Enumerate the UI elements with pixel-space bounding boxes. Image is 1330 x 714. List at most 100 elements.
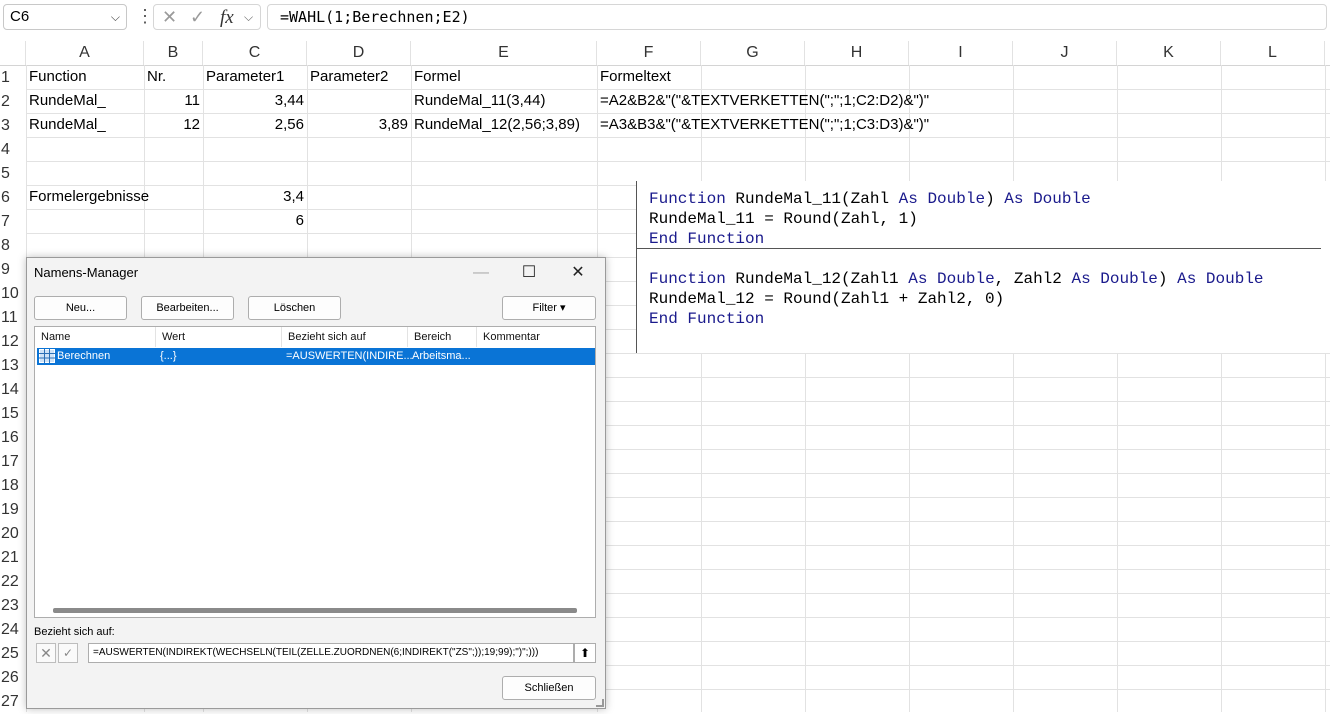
list-header-value[interactable]: Wert <box>156 327 282 347</box>
formula-input[interactable]: =WAHL(1;Berechnen;E2) <box>267 4 1327 30</box>
confirm-icon[interactable]: ✓ <box>58 643 78 663</box>
row-header[interactable]: 9 <box>0 258 26 282</box>
name-box[interactable]: C6 ⌵ <box>3 4 127 30</box>
row-header[interactable]: 4 <box>0 138 26 162</box>
column-header-d[interactable]: D <box>307 41 411 65</box>
column-header-e[interactable]: E <box>411 41 597 65</box>
refers-to-input[interactable]: =AUSWERTEN(INDIREKT(WECHSELN(TEIL(ZELLE.… <box>88 643 574 663</box>
row-header[interactable]: 16 <box>0 426 26 450</box>
column-header-k[interactable]: K <box>1117 41 1221 65</box>
edit-button[interactable]: Bearbeiten... <box>141 296 234 320</box>
close-button[interactable]: Schließen <box>502 676 596 700</box>
cell-e1[interactable]: Formel <box>411 65 464 89</box>
column-header-j[interactable]: J <box>1013 41 1117 65</box>
row-header[interactable]: 8 <box>0 234 26 258</box>
cell-d1[interactable]: Parameter2 <box>307 65 391 89</box>
row-header[interactable]: 22 <box>0 570 26 594</box>
new-button[interactable]: Neu... <box>34 296 127 320</box>
code-text: RundeMal_12(Zahl1 <box>725 270 909 288</box>
row-header[interactable]: 5 <box>0 162 26 186</box>
row-header[interactable]: 17 <box>0 450 26 474</box>
cell-e3[interactable]: RundeMal_12(2,56;3,89) <box>411 113 583 137</box>
resize-grip-icon[interactable] <box>596 699 604 707</box>
code-separator <box>637 248 1321 249</box>
row-header[interactable]: 15 <box>0 402 26 426</box>
cell-b1[interactable]: Nr. <box>144 65 169 89</box>
row-header[interactable]: 25 <box>0 642 26 666</box>
cell-f3[interactable]: =A3&B3&"("&TEXTVERKETTEN(";";1;C3:D3)&")… <box>597 113 932 137</box>
cell-c1[interactable]: Parameter1 <box>203 65 287 89</box>
row-header[interactable]: 3 <box>0 114 26 138</box>
names-list[interactable]: Name Wert Bezieht sich auf Bereich Komme… <box>34 326 596 618</box>
cell-f2[interactable]: =A2&B2&"("&TEXTVERKETTEN(";";1;C2:D2)&")… <box>597 89 932 113</box>
code-keyword: As Double <box>1071 270 1158 288</box>
row-header[interactable]: 26 <box>0 666 26 690</box>
cell-c7[interactable]: 6 <box>203 209 307 233</box>
grid-line <box>26 161 1330 162</box>
row-header[interactable]: 19 <box>0 498 26 522</box>
list-header-scope[interactable]: Bereich <box>408 327 477 347</box>
close-icon[interactable]: ✕ <box>566 262 590 284</box>
cell-a6[interactable]: Formelergebnisse <box>26 185 152 209</box>
row-header[interactable]: 12 <box>0 330 26 354</box>
select-all-corner[interactable] <box>0 41 26 65</box>
insert-function-icon[interactable]: fx <box>220 7 234 29</box>
cell-c2[interactable]: 3,44 <box>203 89 307 113</box>
list-header-refers-to[interactable]: Bezieht sich auf <box>282 327 408 347</box>
row-header[interactable]: 2 <box>0 90 26 114</box>
cell-b3[interactable]: 12 <box>144 113 203 137</box>
horizontal-scrollbar[interactable] <box>53 608 577 613</box>
minimize-icon[interactable]: — <box>469 262 493 284</box>
list-header-comment[interactable]: Kommentar <box>477 327 595 347</box>
row-header[interactable]: 18 <box>0 474 26 498</box>
grid-line <box>701 65 702 712</box>
row-header[interactable]: 13 <box>0 354 26 378</box>
column-header-i[interactable]: I <box>909 41 1013 65</box>
cell-a3[interactable]: RundeMal_ <box>26 113 109 137</box>
cell-b2[interactable]: 11 <box>144 89 203 113</box>
column-header-h[interactable]: H <box>805 41 909 65</box>
row-header[interactable]: 27 <box>0 690 26 712</box>
cell-c3[interactable]: 2,56 <box>203 113 307 137</box>
row-header[interactable]: 20 <box>0 522 26 546</box>
code-text: ) <box>985 190 1005 208</box>
column-header-f[interactable]: F <box>597 41 701 65</box>
grid-line <box>805 65 806 712</box>
chevron-down-icon[interactable]: ⌵ <box>111 5 120 29</box>
column-header-b[interactable]: B <box>144 41 203 65</box>
row-header[interactable]: 21 <box>0 546 26 570</box>
maximize-icon[interactable]: ☐ <box>517 262 541 284</box>
row-header[interactable]: 23 <box>0 594 26 618</box>
row-header[interactable]: 10 <box>0 282 26 306</box>
cell-a1[interactable]: Function <box>26 65 90 89</box>
column-header-c[interactable]: C <box>203 41 307 65</box>
code-line: RundeMal_11 = Round(Zahl, 1) <box>649 210 918 228</box>
cancel-icon[interactable]: ✕ <box>162 7 177 28</box>
enter-icon[interactable]: ✓ <box>190 7 205 28</box>
row-header[interactable]: 1 <box>0 66 26 90</box>
cell-c6[interactable]: 3,4 <box>203 185 307 209</box>
row-header[interactable]: 7 <box>0 210 26 234</box>
column-header-l[interactable]: L <box>1221 41 1325 65</box>
list-item-value: {...} <box>160 350 177 362</box>
list-header-name[interactable]: Name <box>35 327 156 347</box>
row-header[interactable]: 6 <box>0 186 26 210</box>
more-options-icon[interactable]: ⋮ <box>136 6 154 26</box>
filter-button[interactable]: Filter ▾ <box>502 296 596 320</box>
cell-a2[interactable]: RundeMal_ <box>26 89 109 113</box>
cancel-icon[interactable]: ✕ <box>36 643 56 663</box>
column-header-g[interactable]: G <box>701 41 805 65</box>
cell-e2[interactable]: RundeMal_11(3,44) <box>411 89 548 113</box>
cell-d3[interactable]: 3,89 <box>307 113 411 137</box>
list-item[interactable]: Berechnen {...} =AUSWERTEN(INDIRE... Arb… <box>37 348 595 365</box>
code-line: RundeMal_12 = Round(Zahl1 + Zahl2, 0) <box>649 290 1005 308</box>
cell-f1[interactable]: Formeltext <box>597 65 674 89</box>
row-header[interactable]: 11 <box>0 306 26 330</box>
collapse-dialog-icon[interactable]: ⬆ <box>574 643 596 663</box>
grid-line <box>1221 65 1222 712</box>
delete-button[interactable]: Löschen <box>248 296 341 320</box>
column-header-a[interactable]: A <box>26 41 144 65</box>
chevron-down-icon[interactable]: ⌵ <box>244 10 253 25</box>
row-header[interactable]: 24 <box>0 618 26 642</box>
row-header[interactable]: 14 <box>0 378 26 402</box>
